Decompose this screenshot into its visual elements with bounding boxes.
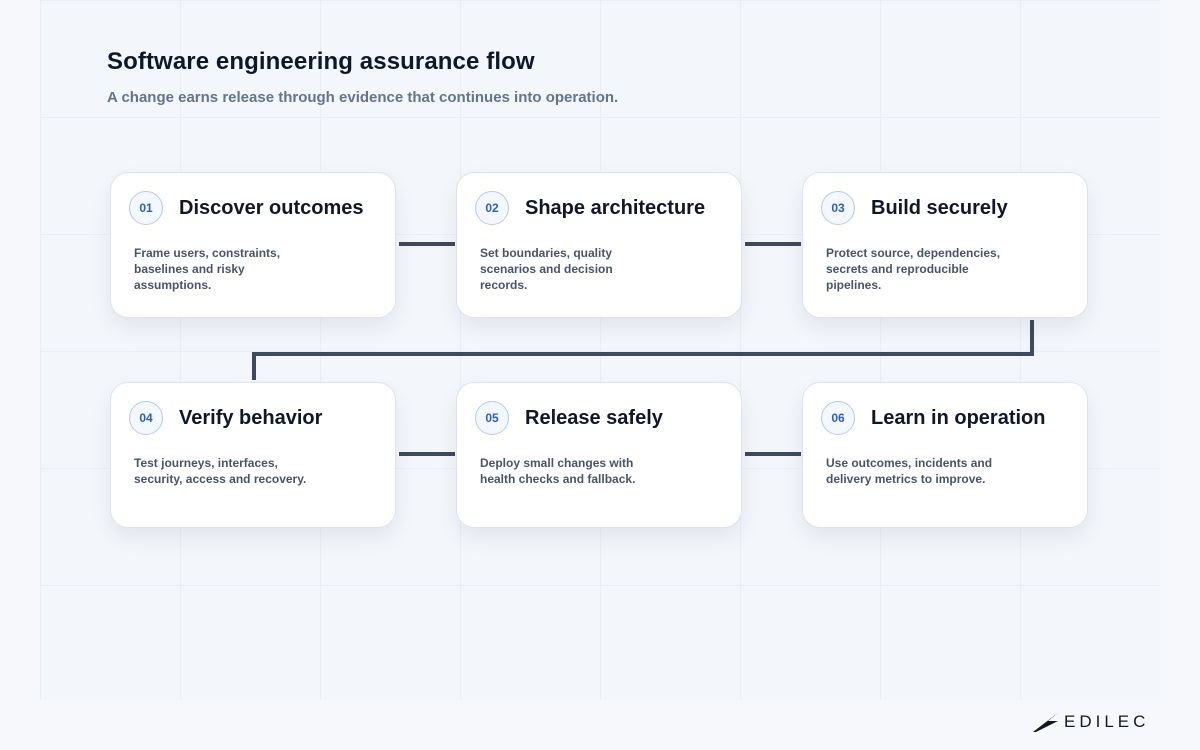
step-title: Learn in operation: [871, 407, 1046, 429]
step-title: Release safely: [525, 407, 663, 429]
edilec-logo-icon: [1033, 712, 1059, 732]
step-number-badge: 01: [129, 191, 163, 225]
brand-wordmark: EDILEC: [1064, 712, 1150, 731]
step-description: Deploy small changes with health checks …: [480, 456, 636, 486]
step-description: Set boundaries, quality scenarios and de…: [480, 246, 613, 292]
step-number-badge: 03: [821, 191, 855, 225]
step-description: Use outcomes, incidents and delivery met…: [826, 456, 993, 486]
step-title: Verify behavior: [179, 407, 323, 429]
step-description: Protect source, dependencies, secrets an…: [826, 246, 1001, 292]
brand-logo: EDILEC: [1032, 711, 1149, 733]
step-number-badge: 05: [475, 401, 509, 435]
step-number-badge: 04: [129, 401, 163, 435]
step-number-badge: 02: [475, 191, 509, 225]
connector-03-04: [252, 320, 1034, 380]
step-card-discover-outcomes: 01 Discover outcomes Frame users, constr…: [110, 172, 396, 318]
step-number-badge: 06: [821, 401, 855, 435]
step-title: Shape architecture: [525, 197, 706, 219]
step-card-release-safely: 05 Release safely Deploy small changes w…: [456, 382, 742, 528]
step-description: Frame users, constraints, baselines and …: [134, 246, 281, 292]
step-title: Discover outcomes: [179, 197, 364, 219]
step-card-shape-architecture: 02 Shape architecture Set boundaries, qu…: [456, 172, 742, 318]
step-card-verify-behavior: 04 Verify behavior Test journeys, interf…: [110, 382, 396, 528]
step-description: Test journeys, interfaces, security, acc…: [134, 456, 307, 486]
step-card-learn-in-operation: 06 Learn in operation Use outcomes, inci…: [802, 382, 1088, 528]
flow-connectors: [252, 242, 1034, 456]
step-title: Build securely: [871, 197, 1008, 219]
step-card-build-securely: 03 Build securely Protect source, depend…: [802, 172, 1088, 318]
